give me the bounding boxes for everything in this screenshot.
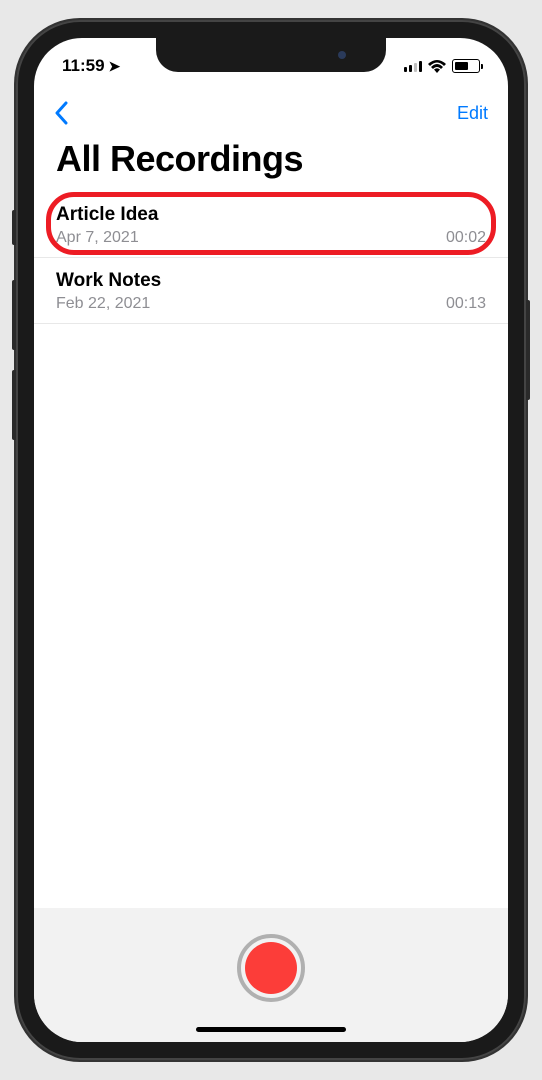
record-button[interactable] [237, 934, 305, 1002]
record-toolbar [34, 908, 508, 1042]
status-time: 11:59 [62, 56, 105, 76]
volume-up-button [12, 280, 16, 350]
power-button [526, 300, 530, 400]
recording-title: Article Idea [56, 204, 486, 226]
recording-duration: 00:13 [446, 295, 486, 313]
home-indicator[interactable] [196, 1027, 346, 1032]
recording-meta: Apr 7, 2021 00:02 [56, 229, 486, 247]
recording-row[interactable]: Work Notes Feb 22, 2021 00:13 [34, 258, 508, 324]
nav-bar: Edit [34, 88, 508, 134]
cellular-signal-icon [404, 60, 422, 72]
recording-meta: Feb 22, 2021 00:13 [56, 295, 486, 313]
chevron-left-icon [54, 101, 68, 125]
recording-date: Apr 7, 2021 [56, 229, 139, 247]
battery-icon [452, 59, 480, 73]
record-icon [245, 942, 297, 994]
screen: 11:59 ➤ [34, 38, 508, 1042]
back-button[interactable] [54, 101, 84, 125]
mute-switch [12, 210, 16, 245]
edit-button[interactable]: Edit [457, 103, 488, 124]
phone-frame: 11:59 ➤ [16, 20, 526, 1060]
recording-date: Feb 22, 2021 [56, 295, 150, 313]
status-left: 11:59 ➤ [62, 56, 120, 76]
status-right [404, 59, 480, 73]
wifi-icon [428, 60, 446, 73]
recording-title: Work Notes [56, 270, 486, 292]
recording-row[interactable]: Article Idea Apr 7, 2021 00:02 [34, 192, 508, 258]
recording-duration: 00:02 [446, 229, 486, 247]
volume-down-button [12, 370, 16, 440]
page-title: All Recordings [34, 134, 508, 192]
notch [156, 38, 386, 72]
recordings-list[interactable]: Article Idea Apr 7, 2021 00:02 Work Note… [34, 192, 508, 908]
location-icon: ➤ [109, 58, 121, 75]
front-camera [338, 51, 346, 59]
